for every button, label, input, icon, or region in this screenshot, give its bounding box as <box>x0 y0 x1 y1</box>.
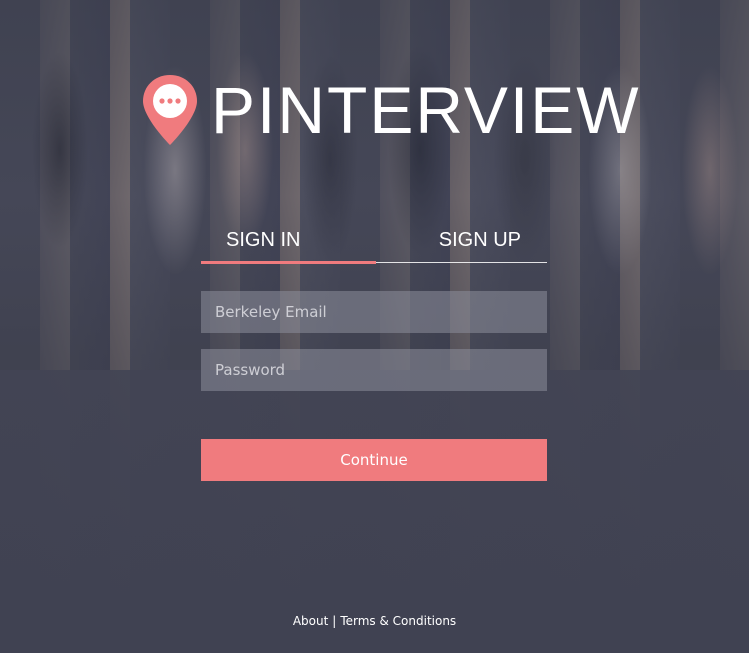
terms-link[interactable]: Terms & Conditions <box>340 614 456 628</box>
logo: PINTERVIEW <box>141 73 641 147</box>
location-pin-chat-icon <box>141 73 199 147</box>
auth-tabs: SIGN IN SIGN UP <box>201 218 548 264</box>
continue-button[interactable]: Continue <box>201 439 547 481</box>
password-field[interactable] <box>201 349 547 391</box>
auth-card: SIGN IN SIGN UP Continue <box>201 218 547 481</box>
tab-sign-up[interactable]: SIGN UP <box>374 218 548 262</box>
email-field[interactable] <box>201 291 547 333</box>
about-link[interactable]: About <box>293 614 328 628</box>
active-tab-indicator <box>201 261 376 264</box>
tab-sign-in[interactable]: SIGN IN <box>201 218 374 262</box>
footer-separator: | <box>332 614 337 628</box>
brand-name: PINTERVIEW <box>211 73 641 147</box>
footer: About | Terms & Conditions <box>0 614 749 628</box>
